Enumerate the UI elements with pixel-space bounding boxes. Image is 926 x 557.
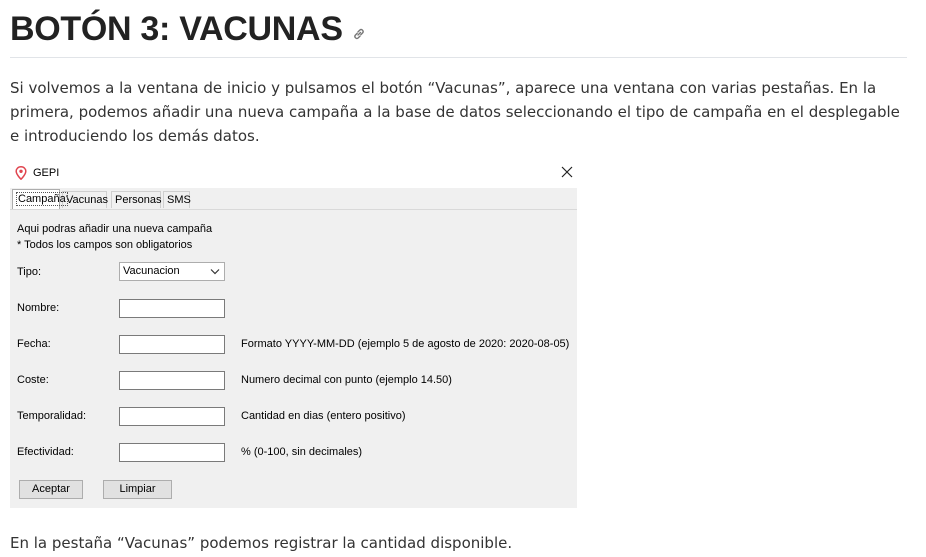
section-heading: BOTÓN 3: VACUNAS (10, 8, 367, 50)
location-pin-icon (15, 166, 27, 180)
fecha-help-text: Formato YYYY-MM-DD (ejemplo 5 de agosto … (241, 338, 570, 350)
nombre-field[interactable] (119, 299, 225, 318)
tab-sms[interactable]: SMS (163, 191, 191, 208)
tipo-label: Tipo: (17, 266, 42, 278)
efectividad-label: Efectividad: (17, 446, 74, 458)
efectividad-help-text: % (0-100, sin decimales) (241, 446, 363, 458)
intro-paragraph: Si volvemos a la ventana de inicio y pul… (10, 79, 900, 145)
fecha-field[interactable] (119, 335, 225, 354)
heading-divider (10, 57, 907, 58)
tab-personas[interactable]: Personas (111, 191, 161, 208)
required-fields-note: * Todos los campos son obligatorios (17, 239, 193, 251)
link-icon[interactable] (351, 26, 367, 42)
close-icon (561, 166, 573, 178)
temporalidad-label: Temporalidad: (17, 410, 87, 422)
temporalidad-help-text: Cantidad en dias (entero positivo) (241, 410, 406, 422)
clear-button[interactable]: Limpiar (103, 480, 172, 499)
nombre-label: Nombre: (17, 302, 60, 314)
campaign-panel: Aqui podras añadir una nueva campaña * T… (10, 210, 577, 508)
fecha-label: Fecha: (17, 338, 51, 350)
window-title: GEPI (33, 167, 60, 179)
chevron-down-icon (210, 269, 220, 275)
panel-info-text: Aqui podras añadir una nueva campaña (17, 223, 213, 235)
page-title: BOTÓN 3: VACUNAS (10, 9, 343, 48)
efectividad-field[interactable] (119, 443, 225, 462)
outro-paragraph: En la pestaña “Vacunas” podemos registra… (10, 534, 513, 552)
tab-campana[interactable]: Campaña (12, 189, 68, 209)
tab-strip: Campaña Vacunas Personas SMS (10, 188, 577, 210)
close-button[interactable] (559, 164, 575, 180)
tipo-selected-value: Vacunacion (123, 265, 180, 277)
coste-field[interactable] (119, 371, 225, 390)
temporalidad-field[interactable] (119, 407, 225, 426)
tipo-dropdown[interactable]: Vacunacion (119, 262, 225, 281)
accept-button[interactable]: Aceptar (19, 480, 83, 499)
window-titlebar: GEPI (10, 161, 577, 188)
coste-help-text: Numero decimal con punto (ejemplo 14.50) (241, 374, 452, 386)
tab-vacunas[interactable]: Vacunas (62, 191, 108, 208)
coste-label: Coste: (17, 374, 49, 386)
app-window: GEPI Campaña Vacunas Personas SMS Aqui p… (10, 161, 577, 508)
